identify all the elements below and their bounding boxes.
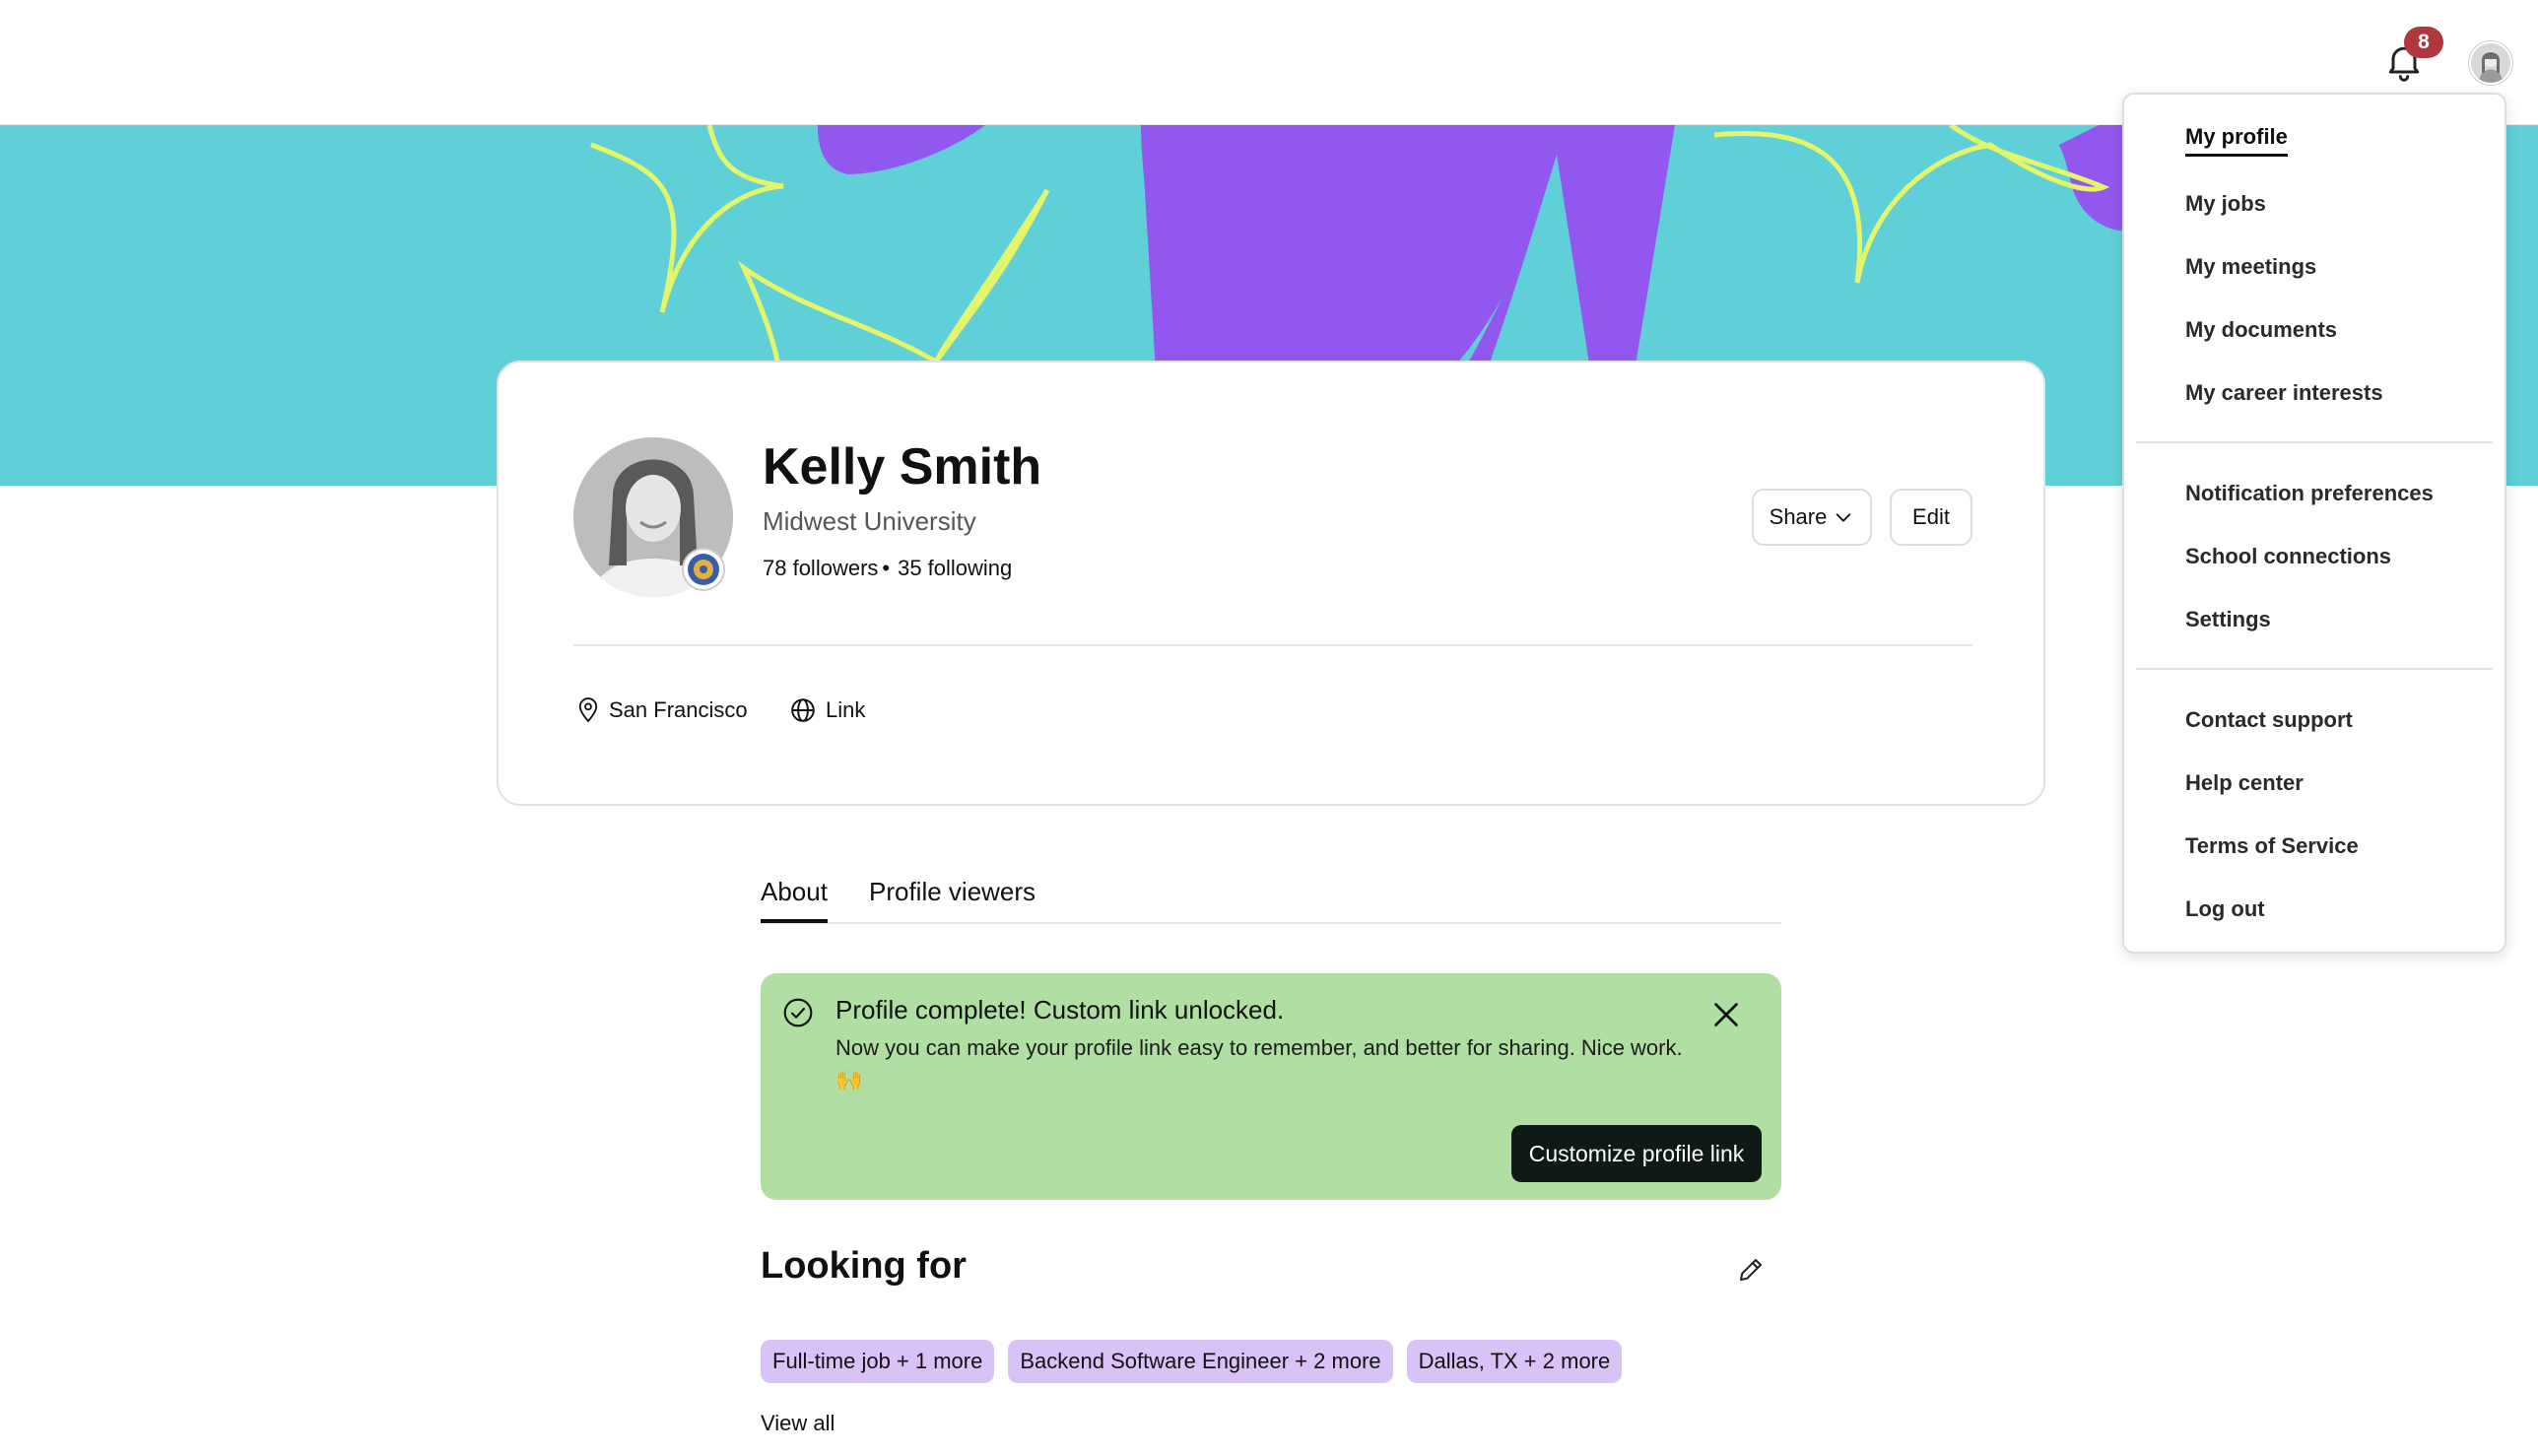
menu-divider bbox=[2136, 668, 2493, 670]
menu-divider bbox=[2136, 441, 2493, 443]
customize-profile-link-button[interactable]: Customize profile link bbox=[1511, 1125, 1762, 1182]
location-pin-icon bbox=[578, 697, 598, 723]
pencil-icon[interactable] bbox=[1736, 1255, 1766, 1285]
looking-for-chips: Full-time job + 1 more Backend Software … bbox=[761, 1340, 1623, 1383]
profile-tabs: About Profile viewers bbox=[761, 867, 1781, 924]
check-circle-icon bbox=[783, 998, 813, 1027]
share-button[interactable]: Share bbox=[1752, 489, 1872, 546]
alert-body: Now you can make your profile link easy … bbox=[835, 1035, 1683, 1092]
menu-item-log-out[interactable]: Log out bbox=[2185, 896, 2265, 922]
stats-separator: • bbox=[882, 556, 891, 580]
user-avatar-button[interactable] bbox=[2469, 41, 2512, 85]
menu-item-my-meetings[interactable]: My meetings bbox=[2185, 254, 2316, 280]
menu-item-my-career-interests[interactable]: My career interests bbox=[2185, 380, 2383, 406]
chip-location[interactable]: Dallas, TX + 2 more bbox=[1406, 1340, 1623, 1383]
profile-complete-alert: Profile complete! Custom link unlocked. … bbox=[761, 973, 1781, 1200]
tab-profile-viewers[interactable]: Profile viewers bbox=[869, 877, 1035, 907]
profile-link[interactable]: Link bbox=[790, 697, 865, 723]
followers-count[interactable]: 78 followers bbox=[763, 556, 878, 580]
chip-job-type[interactable]: Full-time job + 1 more bbox=[761, 1340, 995, 1383]
chip-role[interactable]: Backend Software Engineer + 2 more bbox=[1008, 1340, 1393, 1383]
menu-item-my-jobs[interactable]: My jobs bbox=[2185, 191, 2266, 217]
tab-about[interactable]: About bbox=[761, 877, 828, 923]
menu-item-terms-of-service[interactable]: Terms of Service bbox=[2185, 833, 2359, 859]
alert-title: Profile complete! Custom link unlocked. bbox=[835, 995, 1285, 1025]
menu-item-settings[interactable]: Settings bbox=[2185, 607, 2271, 632]
menu-item-school-connections[interactable]: School connections bbox=[2185, 544, 2391, 569]
notification-count-badge: 8 bbox=[2404, 27, 2443, 58]
menu-item-help-center[interactable]: Help center bbox=[2185, 770, 2304, 796]
menu-item-my-profile[interactable]: My profile bbox=[2185, 124, 2288, 157]
account-dropdown-menu: My profile My jobs My meetings My docume… bbox=[2122, 93, 2506, 954]
menu-item-my-documents[interactable]: My documents bbox=[2185, 317, 2337, 343]
school-logo-badge bbox=[682, 548, 725, 591]
menu-item-notification-preferences[interactable]: Notification preferences bbox=[2185, 481, 2434, 506]
profile-school: Midwest University bbox=[763, 506, 976, 536]
menu-item-contact-support[interactable]: Contact support bbox=[2185, 707, 2353, 733]
profile-name: Kelly Smith bbox=[763, 438, 1042, 496]
globe-icon bbox=[791, 698, 815, 722]
card-divider bbox=[573, 644, 1972, 646]
user-avatar-image bbox=[2471, 43, 2510, 83]
chevron-down-icon bbox=[1837, 513, 1851, 522]
looking-for-heading: Looking for bbox=[761, 1245, 967, 1287]
school-seal-icon bbox=[688, 554, 719, 585]
profile-link-label: Link bbox=[826, 697, 866, 722]
profile-card: Kelly Smith Midwest University 78 follow… bbox=[497, 361, 2045, 806]
location: San Francisco bbox=[577, 697, 748, 723]
edit-profile-button[interactable]: Edit bbox=[1890, 489, 1972, 546]
follow-stats: 78 followers • 35 following bbox=[763, 556, 1012, 581]
following-count[interactable]: 35 following bbox=[898, 556, 1012, 580]
view-all-link[interactable]: View all bbox=[761, 1411, 835, 1436]
close-icon[interactable] bbox=[1708, 997, 1744, 1032]
location-label: San Francisco bbox=[609, 697, 748, 722]
share-button-label: Share bbox=[1769, 504, 1828, 529]
